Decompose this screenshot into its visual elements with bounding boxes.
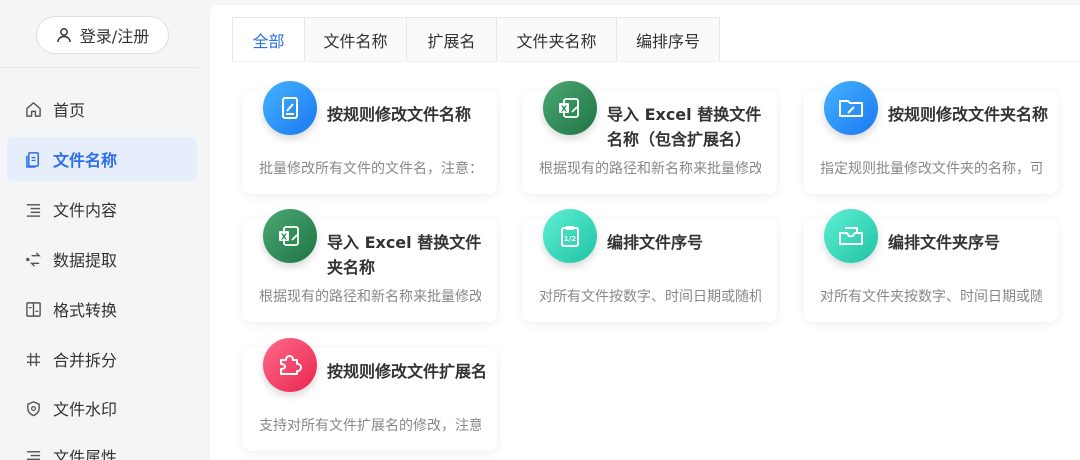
puzzle-icon <box>263 338 317 392</box>
hash-icon <box>24 350 42 368</box>
extract-icon <box>24 250 42 268</box>
login-button[interactable]: 登录/注册 <box>36 16 169 54</box>
card-description: 对所有文件夹按数字、时间日期或随机 <box>820 289 1042 305</box>
sidebar-item-home[interactable]: 首页 <box>7 87 197 131</box>
card-title: 按规则修改文件夹名称 <box>888 105 1049 124</box>
user-icon <box>57 28 71 43</box>
card-rename-folders[interactable]: 按规则修改文件夹名称 指定规则批量修改文件夹的名称，可以 <box>804 81 1058 194</box>
excel-icon: X <box>543 81 597 135</box>
sidebar-divider <box>0 67 198 68</box>
tab-extension[interactable]: 扩展名 <box>407 17 497 62</box>
list-icon <box>24 200 42 218</box>
tab-all[interactable]: 全部 <box>232 17 305 62</box>
sidebar-item-format-convert[interactable]: 格式转换 <box>7 287 197 331</box>
sidebar-item-label: 文件内容 <box>53 201 118 220</box>
card-description: 根据现有的路径和新名称来批量修改, <box>259 289 481 305</box>
sidebar-item-merge-split[interactable]: 合并拆分 <box>7 337 197 381</box>
sidebar-item-file-content[interactable]: 文件内容 <box>7 187 197 231</box>
main-panel: 全部 文件名称 扩展名 文件夹名称 编排序号 按规则修改文件名称 批量修改所有文… <box>210 5 1080 460</box>
sidebar-item-label: 文件水印 <box>53 400 118 419</box>
card-excel-rename-files[interactable]: X 导入 Excel 替换文件名称（包含扩展名） 根据现有的路径和新名称来批量修… <box>523 81 777 194</box>
card-description: 指定规则批量修改文件夹的名称，可以 <box>820 161 1042 177</box>
card-title: 导入 Excel 替换文件夹名称 <box>327 233 482 277</box>
convert-icon <box>24 300 42 318</box>
file-icon <box>24 150 42 168</box>
sidebar-item-label: 格式转换 <box>53 301 118 320</box>
home-icon <box>24 100 42 118</box>
sidebar-item-label: 首页 <box>53 101 86 120</box>
tab-folder-name[interactable]: 文件夹名称 <box>497 17 617 62</box>
card-description: 批量修改所有文件的文件名，注意：i <box>259 161 481 177</box>
tab-file-name[interactable]: 文件名称 <box>305 17 407 62</box>
card-title: 按规则修改文件名称 <box>327 105 472 124</box>
sidebar-item-file-name[interactable]: 文件名称 <box>7 137 197 181</box>
card-sequence-files[interactable]: 1/2 编排文件序号 对所有文件按数字、时间日期或随机 <box>523 209 777 322</box>
sidebar-item-watermark[interactable]: 文件水印 <box>7 386 197 430</box>
sidebar-item-label: 文件名称 <box>53 151 118 170</box>
sidebar-item-data-extract[interactable]: 数据提取 <box>7 237 197 281</box>
login-label: 登录/注册 <box>79 27 150 46</box>
svg-text:X: X <box>561 105 568 114</box>
card-title: 导入 Excel 替换文件名称（包含扩展名） <box>607 105 762 149</box>
sidebar: 登录/注册 首页 文件名称 文件内容 数据提取 格式转换 合并拆分 文件水印 文… <box>0 0 210 460</box>
card-title: 编排文件夹序号 <box>888 233 1001 252</box>
card-title: 编排文件序号 <box>607 233 704 252</box>
card-description: 对所有文件按数字、时间日期或随机 <box>539 289 761 305</box>
tab-sequence[interactable]: 编排序号 <box>617 17 720 62</box>
sidebar-item-file-properties[interactable]: 文件属性 <box>7 434 197 460</box>
clipboard-icon: 1/2 <box>543 209 597 263</box>
card-rename-extensions[interactable]: 按规则修改文件扩展名 支持对所有文件扩展名的修改，注意: <box>243 338 497 451</box>
card-sequence-folders[interactable]: 编排文件夹序号 对所有文件夹按数字、时间日期或随机 <box>804 209 1058 322</box>
card-title: 按规则修改文件扩展名 <box>327 362 488 381</box>
tab-underline <box>232 61 1080 62</box>
shield-icon <box>24 399 42 417</box>
excel-icon: X <box>263 209 317 263</box>
sidebar-item-label: 合并拆分 <box>53 351 118 370</box>
sidebar-item-label: 文件属性 <box>53 448 118 460</box>
svg-text:1/2: 1/2 <box>564 235 576 243</box>
folder-edit-icon <box>824 81 878 135</box>
card-description: 根据现有的路径和新名称来批量修改, <box>539 161 761 177</box>
sidebar-item-label: 数据提取 <box>53 251 118 270</box>
list-icon <box>24 447 42 460</box>
card-description: 支持对所有文件扩展名的修改，注意: <box>259 418 481 434</box>
tab-bar: 全部 文件名称 扩展名 文件夹名称 编排序号 <box>232 17 720 62</box>
card-rename-files[interactable]: 按规则修改文件名称 批量修改所有文件的文件名，注意：i <box>243 81 497 194</box>
card-excel-rename-folders[interactable]: X 导入 Excel 替换文件夹名称 根据现有的路径和新名称来批量修改, <box>243 209 497 322</box>
edit-file-icon <box>263 81 317 135</box>
svg-text:X: X <box>281 233 288 242</box>
folder-tray-icon <box>824 209 878 263</box>
